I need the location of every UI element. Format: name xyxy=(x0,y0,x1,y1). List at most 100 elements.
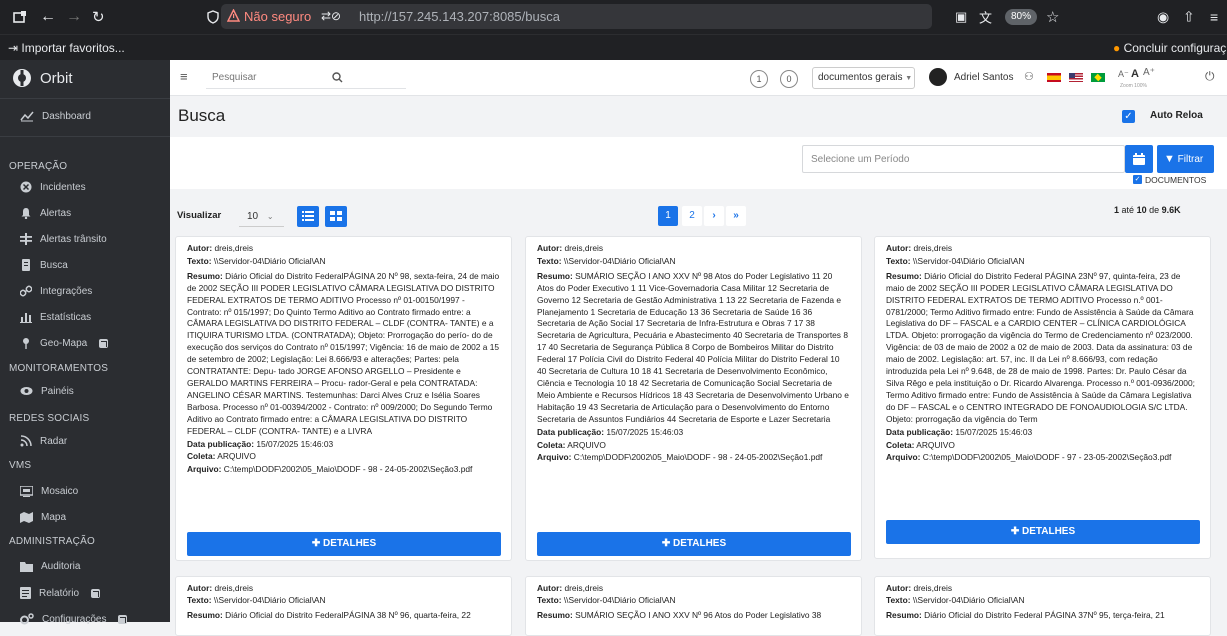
finish-setup-link[interactable]: ● Concluir configuraç xyxy=(1113,41,1226,55)
search-box[interactable]: Pesquisar xyxy=(206,67,406,89)
back-icon[interactable]: ← xyxy=(40,8,56,26)
sidebar-item-label: Busca xyxy=(40,259,68,271)
sidebar-item-radar[interactable]: Radar xyxy=(20,430,67,452)
auto-reload-checkbox[interactable]: ✓ xyxy=(1122,110,1135,123)
field-label: Coleta: xyxy=(187,451,216,462)
summary-value: Diário Oficial do Distrito Federal PÁGIN… xyxy=(924,609,1165,620)
incident-icon xyxy=(20,181,32,193)
text-value: \\Servidor-04\Diário Oficial\AN xyxy=(563,255,676,266)
field-label: Autor: xyxy=(187,243,213,253)
sidebar-item-configuracoes[interactable]: Configurações xyxy=(20,608,128,630)
menu-icon[interactable]: ≡ xyxy=(1210,9,1218,25)
document-type-select[interactable]: documentos gerais ▼ xyxy=(812,67,915,89)
user-switch-icon[interactable]: ⚇ xyxy=(1024,70,1034,83)
zoom-badge[interactable]: 80% xyxy=(1005,9,1037,25)
insecure-warning-icon[interactable] xyxy=(227,9,240,22)
field-label: Autor: xyxy=(886,583,912,593)
card-author: Autor: dreis,dreis xyxy=(886,243,1199,255)
documents-label[interactable]: DOCUMENTOS xyxy=(1145,175,1206,185)
address-bar[interactable]: Não seguro ⇄⊘ http://157.245.143.207:808… xyxy=(221,4,932,29)
chevron-down-icon: ⌄ xyxy=(266,212,274,221)
sidebar-item-auditoria[interactable]: Auditoria xyxy=(20,555,80,577)
extensions-icon[interactable]: ⇧ xyxy=(1183,9,1195,26)
sidebar-item-mapa[interactable]: Mapa xyxy=(20,506,66,528)
summary-value: SUMÁRIO SEÇÃO I ANO XXV Nº 96 Atos do Po… xyxy=(575,609,822,620)
counter-badge-1[interactable]: 1 xyxy=(750,70,768,88)
calendar-button[interactable] xyxy=(1125,145,1153,173)
url-text[interactable]: http://157.245.143.207:8085/busca xyxy=(359,9,560,24)
field-label: Texto: xyxy=(886,594,911,605)
gears-icon xyxy=(20,613,34,625)
font-normal-button[interactable]: A xyxy=(1131,68,1139,80)
sidebar-item-integracoes[interactable]: Integrações xyxy=(20,280,92,302)
period-input[interactable]: Selecione um Período xyxy=(802,145,1125,173)
translate-icon[interactable]: 文 xyxy=(979,8,992,27)
security-label[interactable]: Não seguro xyxy=(244,9,311,24)
app-logo[interactable]: Orbit xyxy=(12,68,73,88)
period-placeholder: Selecione um Período xyxy=(811,154,910,165)
details-button[interactable]: ✚ DETALHES xyxy=(537,532,851,556)
sidebar-item-paineis[interactable]: Painéis xyxy=(20,380,74,402)
user-name[interactable]: Adriel Santos xyxy=(954,72,1013,83)
power-icon[interactable]: ⏻ xyxy=(1205,69,1215,84)
list-view-button[interactable] xyxy=(297,206,319,227)
flag-usa-icon[interactable] xyxy=(1069,73,1083,82)
field-label: Resumo: xyxy=(537,609,573,620)
import-bookmarks-link[interactable]: ⇥ Importar favoritos... xyxy=(8,41,125,55)
font-increase-button[interactable]: A⁺ xyxy=(1143,67,1155,78)
grid-view-button[interactable] xyxy=(325,206,347,227)
text-value: \\Servidor-04\Diário Oficial\AN xyxy=(912,594,1025,605)
sidebar-item-label: Incidentes xyxy=(40,181,86,193)
forward-icon[interactable]: → xyxy=(66,8,82,26)
search-icon[interactable] xyxy=(332,72,343,83)
details-button[interactable]: ✚ DETALHES xyxy=(187,532,501,556)
sidebar-item-alertas[interactable]: Alertas xyxy=(20,202,71,224)
author-value: dreis,dreis xyxy=(913,583,953,593)
bookmark-star-icon[interactable]: ☆ xyxy=(1046,8,1059,26)
list-icon xyxy=(302,211,314,221)
author-value: dreis,dreis xyxy=(214,243,254,253)
user-avatar[interactable] xyxy=(929,68,947,86)
next-page-button[interactable]: › xyxy=(704,206,724,226)
tab-overview-icon[interactable] xyxy=(13,10,27,24)
auto-reload-label[interactable]: Auto Reloa xyxy=(1150,110,1203,121)
sidebar-item-alertas-transito[interactable]: Alertas trânsito xyxy=(20,228,107,250)
account-icon[interactable]: ◉ xyxy=(1157,9,1169,26)
sidebar-item-busca[interactable]: Busca xyxy=(20,254,68,276)
sidebar-item-incidentes[interactable]: Incidentes xyxy=(20,176,86,198)
page-1-button[interactable]: 1 xyxy=(658,206,678,226)
rss-icon xyxy=(20,435,32,447)
flag-brazil-icon[interactable] xyxy=(1091,73,1105,82)
summary-value: Diário Oficial do Distrito FederalPÁGINA… xyxy=(225,609,471,620)
summary-value: Diário Oficial do Distrito FederalPÁGINA… xyxy=(187,270,500,436)
page-size-select[interactable]: 10 ⌄ xyxy=(239,206,284,227)
sidebar-item-mosaico[interactable]: Mosaico xyxy=(20,480,78,502)
folder-icon xyxy=(20,561,33,572)
flag-spain-icon[interactable] xyxy=(1047,73,1061,82)
sidebar-item-estatisticas[interactable]: Estatísticas xyxy=(20,306,91,328)
orbit-logo-icon xyxy=(13,69,31,87)
documents-checkbox[interactable]: ✓ xyxy=(1133,175,1142,184)
counter-badge-2[interactable]: 0 xyxy=(780,70,798,88)
sidebar-item-label: Mosaico xyxy=(41,485,79,497)
permissions-icon[interactable]: ⇄⊘ xyxy=(321,9,341,23)
font-decrease-button[interactable]: A⁻ xyxy=(1118,69,1129,80)
sidebar-item-dashboard[interactable]: Dashboard xyxy=(20,105,91,127)
sidebar-item-relatorio[interactable]: Relatório xyxy=(20,582,101,604)
section-monitoramentos: MONITORAMENTOS xyxy=(9,363,109,374)
sidebar-item-label: Dashboard xyxy=(42,110,91,122)
details-button[interactable]: ✚ DETALHES xyxy=(886,520,1200,544)
page-2-button[interactable]: 2 xyxy=(682,206,702,226)
filter-button[interactable]: ▼ Filtrar xyxy=(1157,145,1214,173)
search-input[interactable]: Pesquisar xyxy=(212,72,256,83)
count-to: 10 xyxy=(1136,205,1147,215)
reader-mode-icon[interactable]: ▣ xyxy=(955,9,967,25)
hamburger-icon[interactable]: ≡ xyxy=(180,69,188,84)
filter-bar: Selecione um Período ▼ Filtrar ✓ DOCUMEN… xyxy=(170,137,1227,189)
sidebar-item-geo-mapa[interactable]: Geo-Mapa xyxy=(20,332,109,354)
last-page-button[interactable]: » xyxy=(726,206,746,226)
card-source: Coleta: ARQUIVO xyxy=(886,440,1199,452)
field-label: Autor: xyxy=(537,243,563,253)
field-label: Arquivo: xyxy=(187,464,222,475)
reload-icon[interactable]: ↻ xyxy=(92,8,105,26)
